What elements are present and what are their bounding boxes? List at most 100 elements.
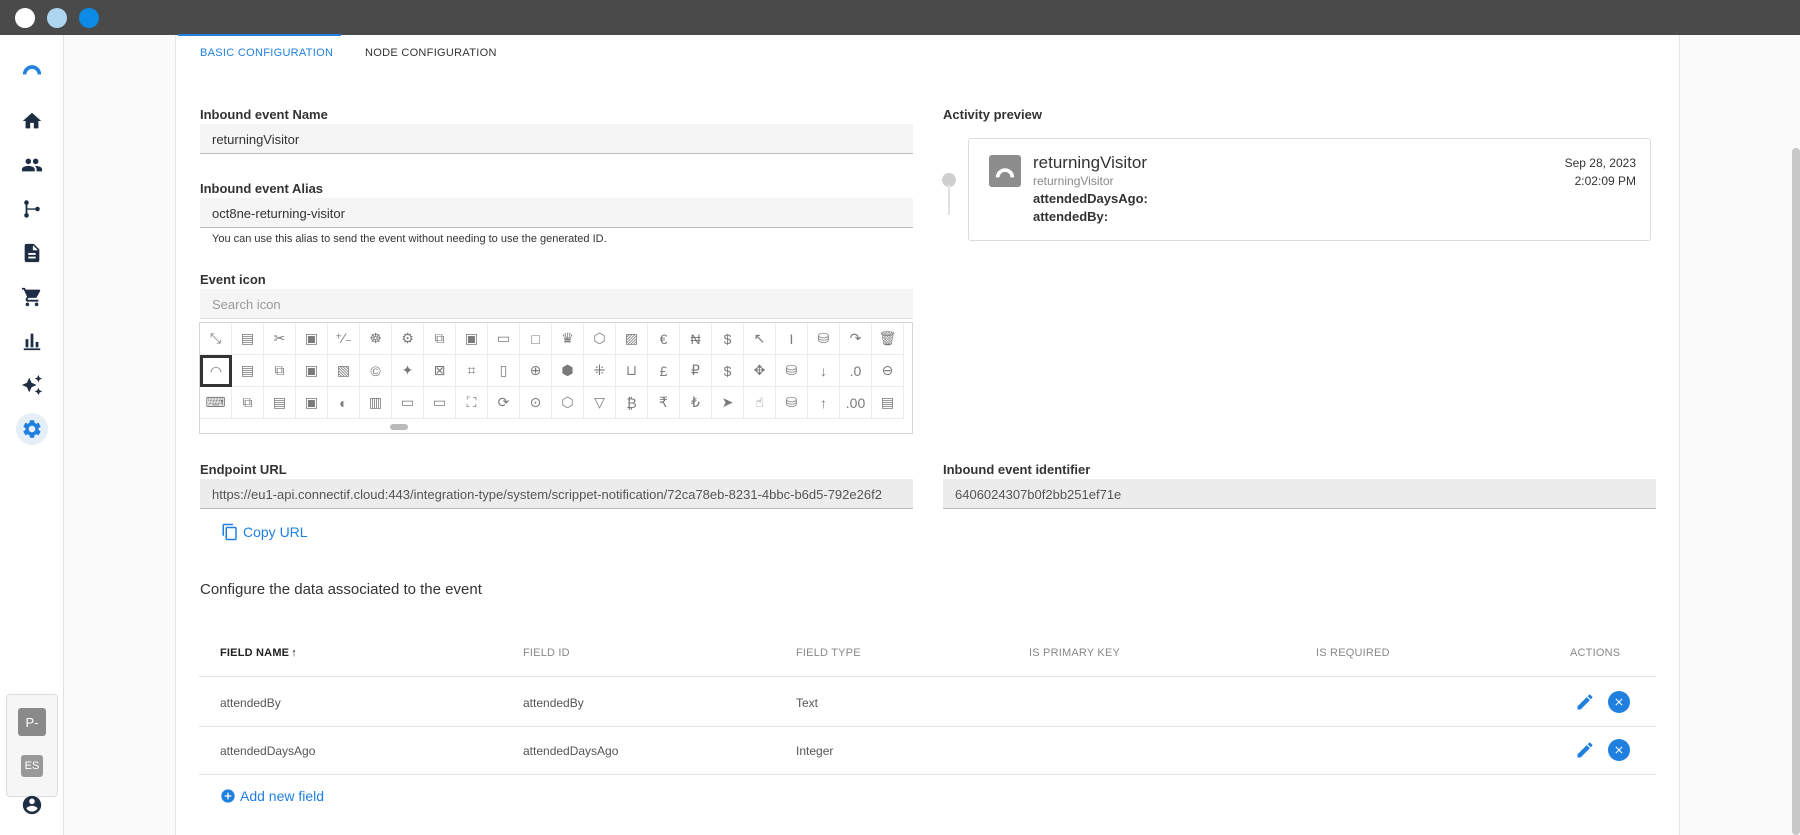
window-minimize-button[interactable] [47,8,67,28]
icon-option[interactable]: ₦ [680,323,712,355]
icon-option[interactable]: ➤ [712,387,744,419]
window-zoom-button[interactable] [79,8,99,28]
alias-input[interactable]: oct8ne-returning-visitor [200,198,913,228]
logo-icon[interactable] [16,51,48,83]
icon-option[interactable]: ⧉ [232,387,264,419]
tab-node-configuration[interactable]: NODE CONFIGURATION [365,47,497,59]
window-close-button[interactable] [15,8,35,28]
icon-option[interactable]: ↑ [808,387,840,419]
icon-grid-scrollbar[interactable] [390,424,408,430]
column-header-field-name[interactable]: FIELD NAME ↑ [220,647,297,659]
icon-option[interactable]: © [360,355,392,387]
workflow-icon[interactable] [16,193,48,225]
account-switcher[interactable]: P- ES [6,694,58,797]
icon-option[interactable]: ▧ [328,355,360,387]
document-icon[interactable] [16,237,48,269]
delete-field-button[interactable] [1608,691,1630,713]
icon-option[interactable]: ✦ [392,355,424,387]
icon-option[interactable]: ⊙ [520,387,552,419]
icon-option[interactable]: ♛ [552,323,584,355]
copy-url-button[interactable]: Copy URL [221,523,308,541]
icon-option[interactable]: ✂ [264,323,296,355]
icon-option[interactable]: ▭ [424,387,456,419]
cart-icon[interactable] [16,281,48,313]
icon-option[interactable]: ↓ [808,355,840,387]
icon-option[interactable]: ₺ [680,387,712,419]
icon-option[interactable]: ⛁ [808,323,840,355]
icon-option[interactable]: ▤ [872,387,904,419]
icon-option[interactable]: ↖ [744,323,776,355]
icon-option[interactable]: ▣ [296,355,328,387]
tab-basic-configuration[interactable]: BASIC CONFIGURATION [200,47,333,59]
icon-option[interactable]: ⌨ [200,387,232,419]
icon-option[interactable]: ⊖ [872,355,904,387]
icon-option[interactable]: $ [712,355,744,387]
icon-option[interactable]: I [776,323,808,355]
icon-option[interactable]: ⚙ [392,323,424,355]
icon-option[interactable]: ⛁ [776,387,808,419]
icon-option[interactable]: ↷ [840,323,872,355]
chart-icon[interactable] [16,325,48,357]
icon-option[interactable]: ▤ [264,387,296,419]
icon-option[interactable]: ⧉ [424,323,456,355]
icon-option[interactable]: ▥ [360,387,392,419]
icon-option[interactable]: € [648,323,680,355]
icon-option[interactable]: ▤ [232,355,264,387]
icon-option[interactable]: ⌗ [456,355,488,387]
icon-option[interactable]: ⊔ [616,355,648,387]
icon-option[interactable]: ▣ [456,323,488,355]
add-new-field-button[interactable]: Add new field [220,788,324,804]
icon-option[interactable]: ▨ [616,323,648,355]
icon-option[interactable]: £ [648,355,680,387]
icon-option[interactable]: □ [520,323,552,355]
people-icon[interactable] [16,149,48,181]
endpoint-url-field[interactable]: https://eu1-api.connectif.cloud:443/inte… [200,479,913,509]
icon-option[interactable]: ▤ [232,323,264,355]
column-header-field-id[interactable]: FIELD ID [523,647,570,659]
icon-option[interactable]: ⁺⁄₋ [328,323,360,355]
edit-field-button[interactable] [1574,691,1596,713]
icon-option[interactable]: ⁜ [584,355,616,387]
icon-option[interactable]: ⬡ [584,323,616,355]
account-badge[interactable]: P- [18,708,46,736]
icon-option[interactable]: ⛁ [776,355,808,387]
icon-option[interactable]: ⧉ [264,355,296,387]
icon-option[interactable]: ⊕ [520,355,552,387]
column-header-is-required[interactable]: IS REQUIRED [1316,647,1390,659]
edit-field-button[interactable] [1574,739,1596,761]
icon-search-input[interactable]: Search icon [200,289,913,319]
icon-option[interactable]: ✥ [744,355,776,387]
icon-option[interactable]: ⤡ [200,323,232,355]
column-header-field-type[interactable]: FIELD TYPE [796,647,861,659]
icon-option[interactable]: ▭ [488,323,520,355]
icon-option[interactable]: ₽ [680,355,712,387]
icon-option[interactable]: ⊠ [424,355,456,387]
icon-option[interactable]: ⬢ [552,355,584,387]
icon-option[interactable]: ▭ [392,387,424,419]
page-scrollbar[interactable] [1792,148,1800,835]
icon-option[interactable]: ▣ [296,387,328,419]
icon-option[interactable]: ☝ [744,387,776,419]
icon-option[interactable]: $ [712,323,744,355]
icon-option[interactable]: ◐ [328,387,360,419]
home-icon[interactable] [16,105,48,137]
language-badge[interactable]: ES [21,755,43,777]
icon-option-selected[interactable]: ◠ [200,355,232,387]
icon-option[interactable]: ▯ [488,355,520,387]
icon-option[interactable]: ▣ [296,323,328,355]
icon-option[interactable]: ⛶ [456,387,488,419]
icon-option[interactable]: ☸ [360,323,392,355]
gear-icon[interactable] [16,413,48,445]
event-identifier-field[interactable]: 6406024307b0f2bb251ef71e [943,479,1656,509]
delete-field-button[interactable] [1608,739,1630,761]
icon-option[interactable]: ⟳ [488,387,520,419]
account-circle-icon[interactable] [16,789,48,821]
icon-option[interactable]: ⬡ [552,387,584,419]
sparkle-icon[interactable] [16,369,48,401]
icon-option[interactable]: .0 [840,355,872,387]
icon-option[interactable]: 🗑 [872,323,904,355]
name-input[interactable]: returningVisitor [200,124,913,154]
icon-option[interactable]: ₹ [648,387,680,419]
icon-option[interactable]: ▽ [584,387,616,419]
icon-option[interactable]: ₿ [616,387,648,419]
